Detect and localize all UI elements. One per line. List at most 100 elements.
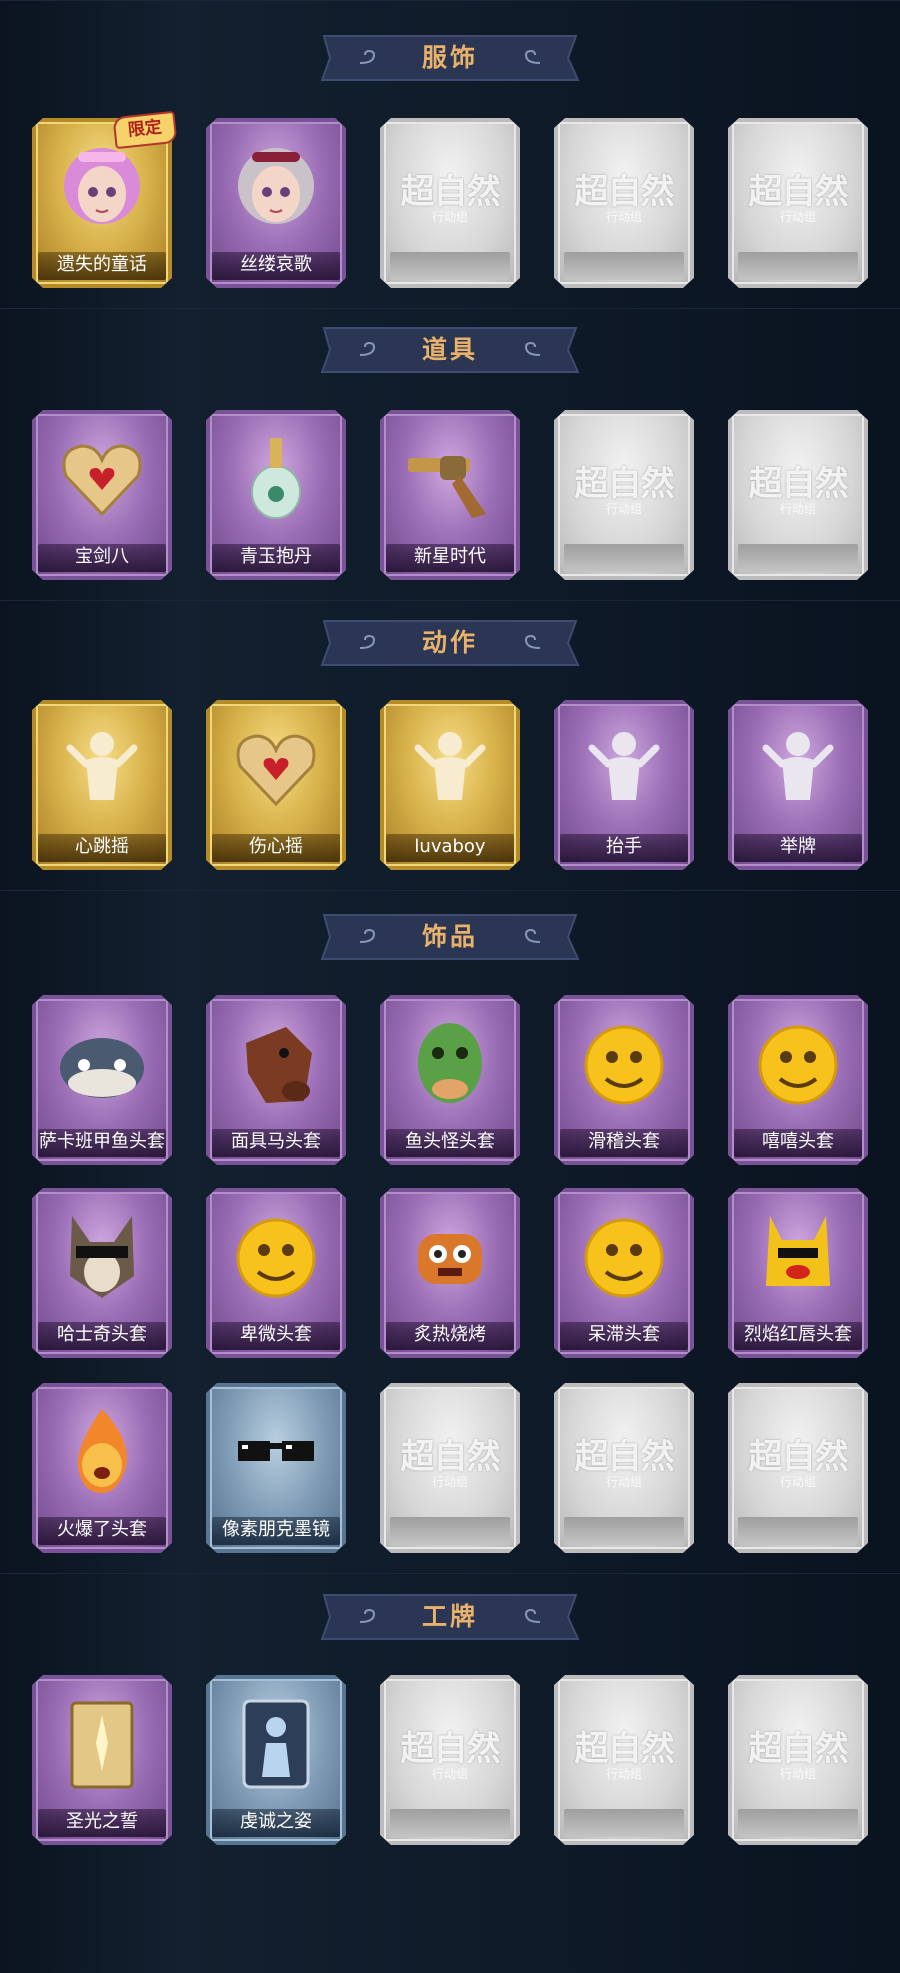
collection-item-card[interactable]: 鱼头怪头套 xyxy=(380,995,520,1165)
shy-emote-icon xyxy=(400,718,500,818)
collection-item-card[interactable]: 哈士奇头套 xyxy=(32,1188,172,1358)
revolver-icon xyxy=(400,428,500,528)
yellow-lips-mask-icon xyxy=(748,1206,848,1306)
smirk-emoji-mask-icon xyxy=(574,1013,674,1113)
placeholder-logo-subtitle: 行动组 xyxy=(605,210,642,224)
section-title: 工牌 xyxy=(421,1602,478,1631)
placeholder-logo-subtitle: 行动组 xyxy=(779,210,816,224)
empty-item-slot[interactable]: 超自然 行动组 xyxy=(728,410,868,580)
horse-mask-icon xyxy=(226,1013,326,1113)
item-name: 嘻嘻头套 xyxy=(762,1131,834,1152)
placeholder-logo-subtitle: 行动组 xyxy=(779,1475,816,1489)
collection-item-card[interactable]: 遗失的童话 限定 xyxy=(32,110,178,288)
empty-slot-base xyxy=(738,544,858,572)
collection-item-card[interactable]: 滑稽头套 xyxy=(554,995,694,1165)
placeholder-logo-title: 超自然 xyxy=(400,1437,501,1477)
item-name: 萨卡班甲鱼头套 xyxy=(39,1131,165,1152)
section-header: 道具 xyxy=(316,325,584,375)
placeholder-logo-subtitle: 行动组 xyxy=(431,1475,468,1489)
item-name: 呆滞头套 xyxy=(588,1324,660,1345)
section-title: 动作 xyxy=(421,628,478,657)
collection-item-card[interactable]: 火爆了头套 xyxy=(32,1383,172,1553)
empty-item-slot[interactable]: 超自然 行动组 xyxy=(728,1675,868,1845)
pixel-sunglasses-icon xyxy=(226,1401,326,1501)
collection-item-card[interactable]: 炙热烧烤 xyxy=(380,1188,520,1358)
collection-item-card[interactable]: 烈焰红唇头套 xyxy=(728,1188,868,1358)
empty-item-slot[interactable]: 超自然 行动组 xyxy=(728,118,868,288)
item-name: 丝缕哀歌 xyxy=(240,254,312,275)
item-name: 伤心摇 xyxy=(249,836,303,857)
collection-item-card[interactable]: 圣光之誓 xyxy=(32,1675,172,1845)
item-name: 像素朋克墨镜 xyxy=(222,1519,330,1540)
dazed-emoji-mask-icon xyxy=(574,1206,674,1306)
empty-item-slot[interactable]: 超自然 行动组 xyxy=(554,410,694,580)
collection-item-card[interactable]: 青玉抱丹 xyxy=(206,410,346,580)
placeholder-logo-subtitle: 行动组 xyxy=(431,1767,468,1781)
empty-item-slot[interactable]: 超自然 行动组 xyxy=(380,1383,520,1553)
item-name: 宝剑八 xyxy=(75,546,129,567)
item-name: 火爆了头套 xyxy=(57,1519,147,1540)
gothic-doll-girl-portrait xyxy=(226,136,326,236)
section-header: 工牌 xyxy=(316,1592,584,1642)
item-name: 哈士奇头套 xyxy=(57,1324,147,1345)
empty-slot-base xyxy=(390,1517,510,1545)
collection-item-card[interactable]: 宝剑八 xyxy=(32,410,172,580)
placeholder-logo-subtitle: 行动组 xyxy=(431,210,468,224)
section-header: 服饰 xyxy=(316,33,584,83)
empty-item-slot[interactable]: 超自然 行动组 xyxy=(554,1675,694,1845)
holy-light-badge-icon xyxy=(52,1693,152,1793)
collection-item-card[interactable]: 卑微头套 xyxy=(206,1188,346,1358)
dance-emote-icon xyxy=(52,718,152,818)
item-name: 鱼头怪头套 xyxy=(405,1131,495,1152)
placeholder-logo-subtitle: 行动组 xyxy=(605,1475,642,1489)
placeholder-logo-title: 超自然 xyxy=(400,172,501,212)
collection-item-card[interactable]: 嘻嘻头套 xyxy=(728,995,868,1165)
empty-item-slot[interactable]: 超自然 行动组 xyxy=(728,1383,868,1553)
grin-emoji-mask-icon xyxy=(748,1013,848,1113)
collection-item-card[interactable]: 虔诚之姿 xyxy=(206,1675,346,1845)
fish-head-mask-icon xyxy=(52,1013,152,1113)
raise-hand-emote-icon xyxy=(574,718,674,818)
heart-hands-emote-icon xyxy=(226,718,326,818)
empty-slot-base xyxy=(390,1809,510,1837)
placeholder-logo-title: 超自然 xyxy=(748,1437,849,1477)
empty-item-slot[interactable]: 超自然 行动组 xyxy=(380,1675,520,1845)
placeholder-logo-title: 超自然 xyxy=(748,172,849,212)
empty-item-slot[interactable]: 超自然 行动组 xyxy=(554,1383,694,1553)
item-name: 面具马头套 xyxy=(231,1131,321,1152)
hold-sign-emote-icon xyxy=(748,718,848,818)
collection-item-card[interactable]: 举牌 xyxy=(728,700,868,870)
collection-item-card[interactable]: 面具马头套 xyxy=(206,995,346,1165)
collection-item-card[interactable]: 心跳摇 xyxy=(32,700,172,870)
limited-badge: 限定 xyxy=(112,110,178,150)
collection-item-card[interactable]: 呆滞头套 xyxy=(554,1188,694,1358)
empty-item-slot[interactable]: 超自然 行动组 xyxy=(380,118,520,288)
green-fish-mask-icon xyxy=(400,1013,500,1113)
item-name: 卑微头套 xyxy=(240,1324,312,1345)
empty-slot-base xyxy=(738,252,858,280)
collection-item-card[interactable]: 抬手 xyxy=(554,700,694,870)
section-title: 服饰 xyxy=(421,43,478,72)
placeholder-logo-title: 超自然 xyxy=(748,1729,849,1769)
collection-item-card[interactable]: 像素朋克墨镜 xyxy=(206,1383,346,1553)
placeholder-logo-title: 超自然 xyxy=(400,1729,501,1769)
collection-item-card[interactable]: 伤心摇 xyxy=(206,700,346,870)
collection-item-card[interactable]: 新星时代 xyxy=(380,410,520,580)
collection-item-card[interactable]: luvaboy xyxy=(380,700,520,870)
empty-slot-base xyxy=(390,252,510,280)
item-name: 炙热烧烤 xyxy=(414,1324,486,1345)
empty-slot-base xyxy=(564,1517,684,1545)
empty-slot-base xyxy=(564,252,684,280)
item-name: 心跳摇 xyxy=(75,836,129,857)
empty-slot-base xyxy=(564,544,684,572)
sad-emoji-mask-icon xyxy=(226,1206,326,1306)
section-header: 动作 xyxy=(316,618,584,668)
collection-item-card[interactable]: 丝缕哀歌 xyxy=(206,118,346,288)
collection-item-card[interactable]: 萨卡班甲鱼头套 xyxy=(32,995,172,1165)
item-name: 滑稽头套 xyxy=(588,1131,660,1152)
empty-slot-base xyxy=(738,1809,858,1837)
empty-item-slot[interactable]: 超自然 行动组 xyxy=(554,118,694,288)
empty-slot-base xyxy=(564,1809,684,1837)
silhouette-card-icon xyxy=(226,1693,326,1793)
item-name: 举牌 xyxy=(780,836,816,857)
